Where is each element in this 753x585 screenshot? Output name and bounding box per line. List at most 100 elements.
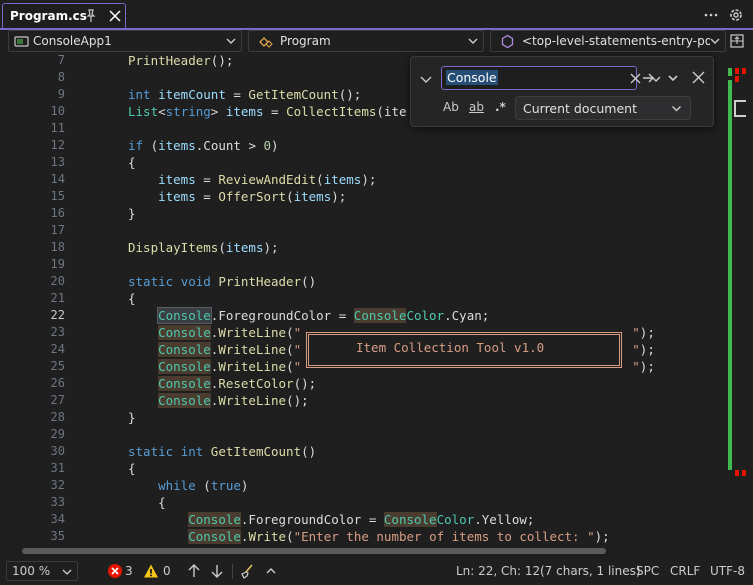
- line-number: 31: [50, 461, 65, 475]
- change-bar: [728, 80, 732, 470]
- line-number: 14: [50, 172, 65, 186]
- line-number: 29: [50, 427, 65, 441]
- search-query: Console: [446, 70, 498, 85]
- code-line: int itemCount = GetItemCount();: [128, 87, 362, 102]
- chevron-down-icon: [710, 38, 720, 44]
- code-line: DisplayItems(items);: [128, 240, 279, 255]
- pin-icon[interactable]: [84, 9, 98, 23]
- method-icon: [501, 34, 514, 49]
- line-number: 15: [50, 189, 65, 203]
- cursor-position[interactable]: Ln: 22, Ch: 12: [456, 564, 540, 578]
- error-count[interactable]: 3: [125, 564, 133, 578]
- whitespace-mode[interactable]: SPC: [636, 564, 659, 578]
- code-line: while (true): [158, 478, 249, 493]
- close-icon[interactable]: [107, 8, 123, 24]
- line-number: 17: [50, 223, 65, 237]
- line-number: 32: [50, 478, 65, 492]
- code-cleanup-icon[interactable]: [240, 563, 256, 579]
- divider: [232, 564, 233, 579]
- search-input[interactable]: Console: [441, 66, 661, 90]
- code-line: Console.Write("Enter the number of items…: [188, 529, 610, 544]
- line-number: 10: [50, 104, 65, 118]
- code-line: Console.ForegroundColor = ConsoleColor.Y…: [188, 512, 535, 527]
- chevron-down-icon: [672, 106, 681, 112]
- arrow-up-icon[interactable]: [186, 563, 202, 579]
- encoding[interactable]: UTF-8: [710, 564, 745, 578]
- tab-title: Program.cs: [10, 9, 87, 23]
- vertical-scrollbar[interactable]: [727, 52, 753, 544]
- code-line: {: [128, 495, 166, 510]
- error-marker: [742, 470, 746, 476]
- line-number: 28: [50, 410, 65, 424]
- warning-icon[interactable]: [143, 563, 159, 579]
- code-line: {: [128, 461, 136, 476]
- chevron-down-icon[interactable]: [667, 72, 679, 84]
- class-dropdown[interactable]: Program: [248, 30, 484, 52]
- member-dropdown[interactable]: <top-level-statements-entry-point>: [490, 30, 726, 52]
- code-line: Console.ResetColor();: [158, 376, 317, 391]
- error-icon[interactable]: [107, 563, 123, 579]
- line-ending[interactable]: CRLF: [670, 564, 700, 578]
- find-widget: Console Ab ab .* Current document: [410, 56, 714, 127]
- line-number: 8: [57, 70, 65, 84]
- horizontal-scroll-thumb[interactable]: [22, 548, 606, 554]
- line-number: 27: [50, 393, 65, 407]
- line-number: 30: [50, 444, 65, 458]
- line-number: 22: [50, 308, 65, 322]
- chevron-down-icon: [468, 38, 478, 44]
- search-scope-dropdown[interactable]: Current document: [515, 96, 691, 120]
- match-case-toggle[interactable]: Ab: [443, 100, 459, 114]
- tab-strip: Program.cs: [0, 0, 753, 30]
- code-line: items = ReviewAndEdit(items);: [158, 172, 377, 187]
- change-marker: [728, 68, 732, 76]
- line-number: 16: [50, 206, 65, 220]
- horizontal-scrollbar[interactable]: [18, 547, 711, 555]
- error-marker: [735, 76, 739, 82]
- selection-info: (7 chars, 1 lines): [540, 564, 641, 578]
- code-line: Console.ForegroundColor = ConsoleColor.C…: [157, 307, 490, 324]
- split-editor-icon[interactable]: [729, 33, 745, 49]
- code-line: static int GetItemCount(): [128, 444, 317, 459]
- whole-word-toggle[interactable]: ab: [469, 100, 484, 114]
- code-line: PrintHeader();: [128, 53, 234, 68]
- line-number: 9: [57, 87, 65, 101]
- warning-count[interactable]: 0: [163, 564, 171, 578]
- status-bar: 100 % 3 0 Ln: 22, Ch: 12 (7 chars, 1 lin…: [0, 558, 753, 585]
- navigation-bar: ConsoleApp1 Program <top-level-statement…: [0, 30, 753, 52]
- tab-program-cs[interactable]: Program.cs: [2, 3, 126, 30]
- chevron-down-icon[interactable]: [419, 72, 433, 86]
- line-number: 33: [50, 495, 65, 509]
- line-number: 26: [50, 376, 65, 390]
- line-number: 11: [50, 121, 65, 135]
- line-number: 20: [50, 274, 65, 288]
- project-label: ConsoleApp1: [33, 34, 112, 48]
- close-icon[interactable]: [691, 70, 706, 85]
- more-icon[interactable]: [703, 7, 719, 23]
- line-number: 25: [50, 359, 65, 373]
- search-scope-label: Current document: [523, 101, 637, 116]
- class-label: Program: [280, 34, 331, 48]
- gear-icon[interactable]: [727, 6, 745, 24]
- line-number: 18: [50, 240, 65, 254]
- csharp-project-icon: [14, 36, 29, 47]
- line-number: 7: [57, 53, 65, 67]
- arrow-down-icon[interactable]: [209, 563, 225, 579]
- class-icon: [259, 37, 273, 48]
- code-line: {: [128, 291, 136, 306]
- line-number: 21: [50, 291, 65, 305]
- code-line: static void PrintHeader(): [128, 274, 317, 289]
- line-number: 13: [50, 155, 65, 169]
- line-number: 23: [50, 325, 65, 339]
- line-number: 24: [50, 342, 65, 356]
- scroll-thumb-edge: [734, 100, 736, 117]
- regex-toggle[interactable]: .*: [495, 100, 506, 114]
- line-number: 19: [50, 257, 65, 271]
- chevron-up-icon[interactable]: [263, 563, 279, 579]
- code-line: items = OfferSort(items);: [158, 189, 347, 204]
- member-label: <top-level-statements-entry-point>: [522, 34, 710, 48]
- zoom-dropdown[interactable]: 100 %: [6, 561, 78, 581]
- code-line: {: [128, 155, 136, 170]
- find-next-icon[interactable]: [641, 71, 655, 85]
- project-dropdown[interactable]: ConsoleApp1: [8, 30, 242, 52]
- code-line: }: [128, 410, 136, 425]
